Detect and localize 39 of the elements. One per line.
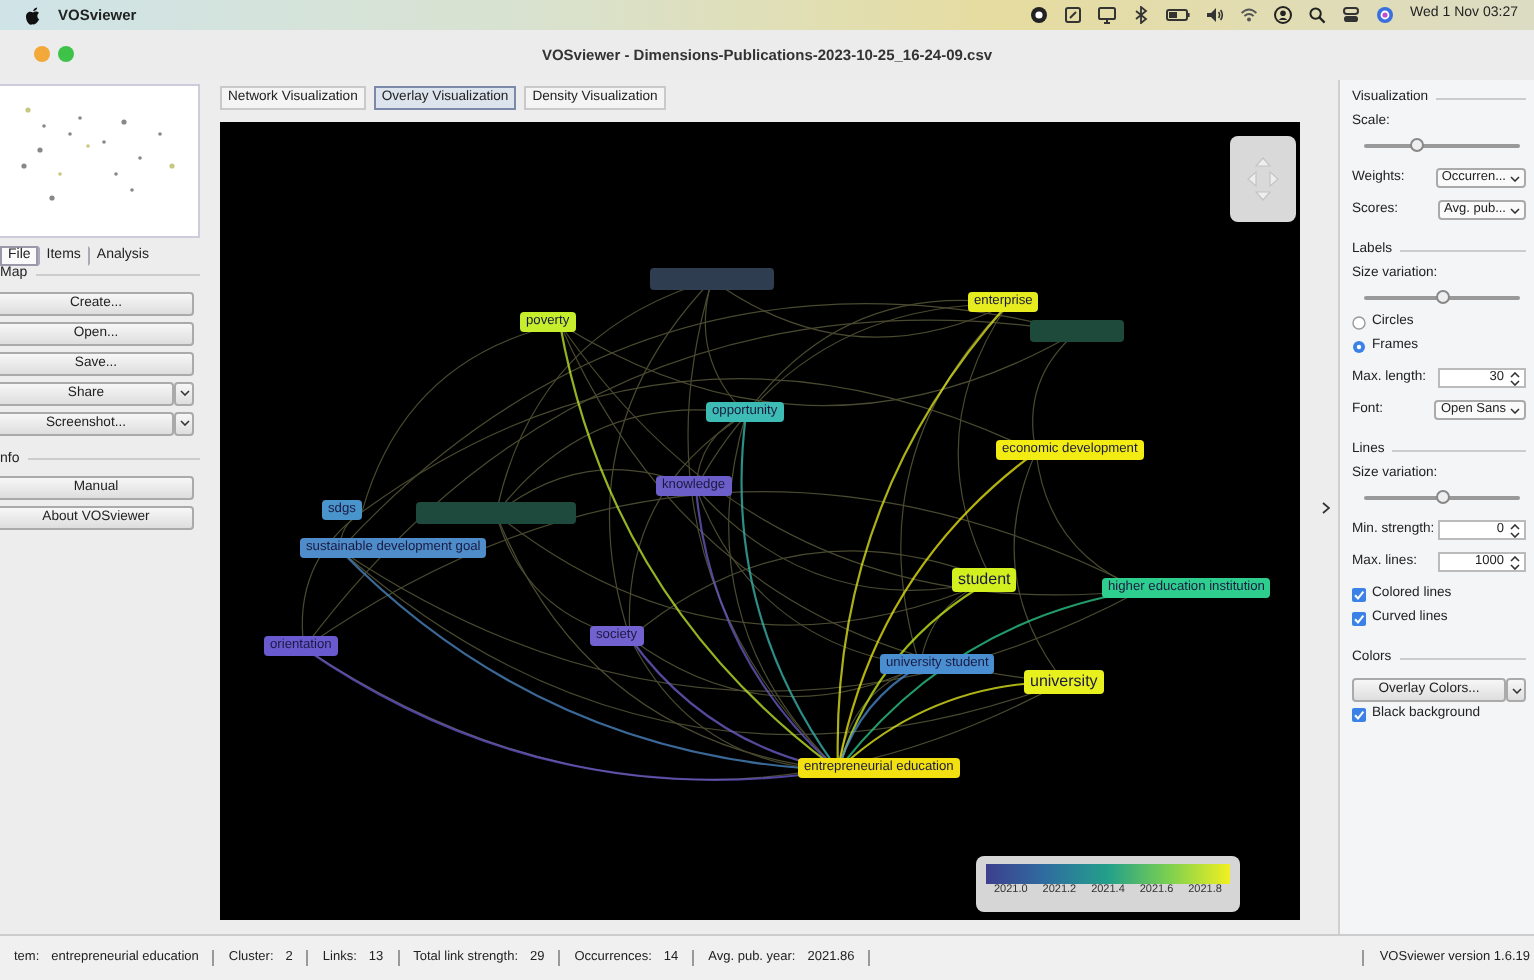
caret-icon	[1510, 175, 1520, 181]
stepper-icon[interactable]	[1510, 523, 1520, 537]
pan-control[interactable]	[1230, 136, 1296, 223]
monitor-icon[interactable]	[1098, 6, 1117, 24]
checkbox[interactable]	[1352, 611, 1366, 625]
caret-icon	[1510, 207, 1520, 213]
faded-node[interactable]	[416, 502, 576, 525]
node-label[interactable]: university	[1024, 670, 1104, 695]
chevron-icon[interactable]	[1322, 501, 1330, 513]
faded-node[interactable]	[1030, 320, 1124, 343]
slider-thumb[interactable]	[1436, 490, 1450, 504]
toggle-icon[interactable]	[1342, 6, 1361, 24]
battery-icon[interactable]	[1166, 6, 1191, 24]
checkbox[interactable]	[1352, 707, 1366, 721]
bluetooth-icon[interactable]	[1132, 6, 1151, 24]
speaker-icon[interactable]	[1206, 6, 1225, 24]
search-icon[interactable]	[1308, 6, 1327, 24]
logo-icon[interactable]	[24, 5, 42, 25]
slider-thumb[interactable]	[1409, 138, 1424, 152]
radio-button[interactable]	[1352, 315, 1366, 329]
node-label[interactable]: student	[952, 568, 1017, 593]
square-icon[interactable]	[1064, 6, 1083, 24]
user-icon[interactable]	[1274, 6, 1293, 24]
dropdown-button[interactable]	[1506, 678, 1526, 702]
caret-icon	[1510, 407, 1520, 413]
caret-icon	[179, 420, 189, 427]
record-icon[interactable]	[1030, 6, 1049, 24]
faded-node[interactable]	[650, 268, 774, 291]
stepper-icon[interactable]	[1510, 371, 1520, 385]
checkbox[interactable]	[1352, 587, 1366, 601]
dropdown-button[interactable]	[174, 411, 194, 436]
caret-icon	[179, 390, 189, 397]
stepper-icon[interactable]	[1510, 555, 1520, 569]
slider-thumb[interactable]	[1436, 290, 1450, 304]
caret-icon	[1511, 687, 1521, 693]
dropdown-button[interactable]	[174, 381, 194, 406]
radio-button[interactable]	[1352, 339, 1366, 353]
wifi-icon[interactable]	[1240, 6, 1259, 24]
assistant-icon[interactable]	[1376, 6, 1395, 24]
